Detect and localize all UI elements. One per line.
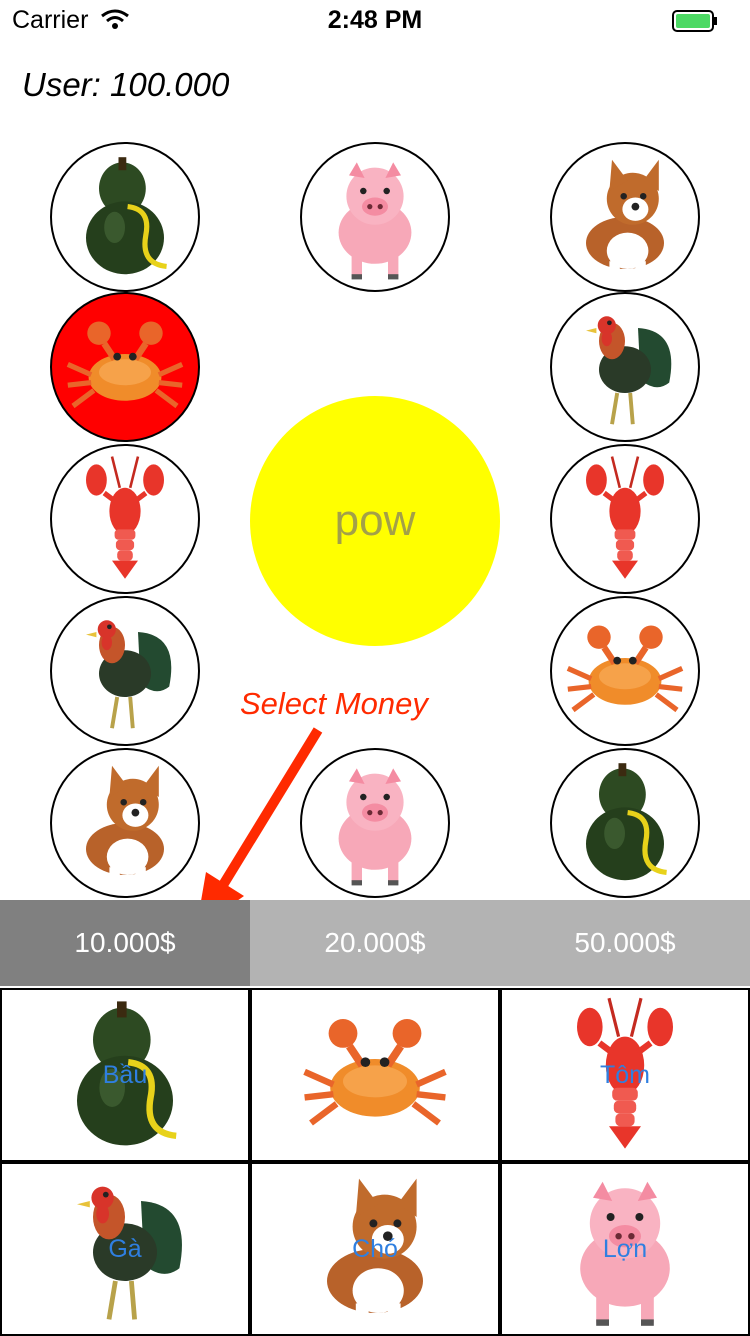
select-money-annotation: Select Money: [240, 686, 428, 721]
pig-icon: [310, 152, 440, 282]
bet-label: Tôm: [600, 1060, 650, 1089]
board-circle-shrimp[interactable]: [550, 444, 700, 594]
money-option-3[interactable]: 50.000$: [500, 900, 750, 986]
board-circle-gourd[interactable]: [50, 142, 200, 292]
board-circle-dog[interactable]: [550, 142, 700, 292]
bet-cell-rooster[interactable]: Gà: [0, 1162, 250, 1336]
pow-button[interactable]: pow: [250, 396, 500, 646]
bet-cell-dog[interactable]: Chó: [250, 1162, 500, 1336]
crab-icon: [295, 995, 455, 1155]
shrimp-icon: [560, 454, 690, 584]
status-bar: Carrier 2:48 PM: [0, 0, 750, 40]
board-circle-crab[interactable]: [550, 596, 700, 746]
pig-icon: [310, 758, 440, 888]
crab-icon: [60, 302, 190, 432]
board-circle-shrimp[interactable]: [50, 444, 200, 594]
shrimp-icon: [60, 454, 190, 584]
money-option-2[interactable]: 20.000$: [250, 900, 500, 986]
gourd-icon: [60, 152, 190, 282]
money-option-1[interactable]: 10.000$: [0, 900, 250, 986]
dog-icon: [560, 152, 690, 282]
battery-icon: [672, 10, 717, 32]
money-selector: 10.000$ 20.000$ 50.000$: [0, 900, 750, 986]
board-circle-dog[interactable]: [50, 748, 200, 898]
board-circle-rooster[interactable]: [50, 596, 200, 746]
status-time: 2:48 PM: [327, 6, 423, 34]
bet-cell-shrimp[interactable]: Tôm: [500, 988, 750, 1162]
board-circle-rooster[interactable]: [550, 292, 700, 442]
board-circle-pig[interactable]: [300, 142, 450, 292]
bet-cell-pig[interactable]: Lợn: [500, 1162, 750, 1336]
gourd-icon: [560, 758, 690, 888]
bet-cell-gourd[interactable]: Bầu: [0, 988, 250, 1162]
bet-label: Gà: [108, 1234, 142, 1263]
rooster-icon: [560, 302, 690, 432]
user-balance-label: User: 100.000: [22, 66, 230, 103]
pow-label: pow: [334, 496, 416, 545]
bet-label: Chó: [352, 1234, 398, 1263]
crab-icon: [560, 606, 690, 736]
dog-icon: [60, 758, 190, 888]
board-circle-pig[interactable]: [300, 748, 450, 898]
bet-label: Lợn: [602, 1234, 648, 1263]
rooster-icon: [60, 606, 190, 736]
bet-label: Bầu: [102, 1060, 148, 1089]
board-circle-gourd[interactable]: [550, 748, 700, 898]
bet-cell-crab[interactable]: [250, 988, 500, 1162]
board-circle-crab[interactable]: [50, 292, 200, 442]
